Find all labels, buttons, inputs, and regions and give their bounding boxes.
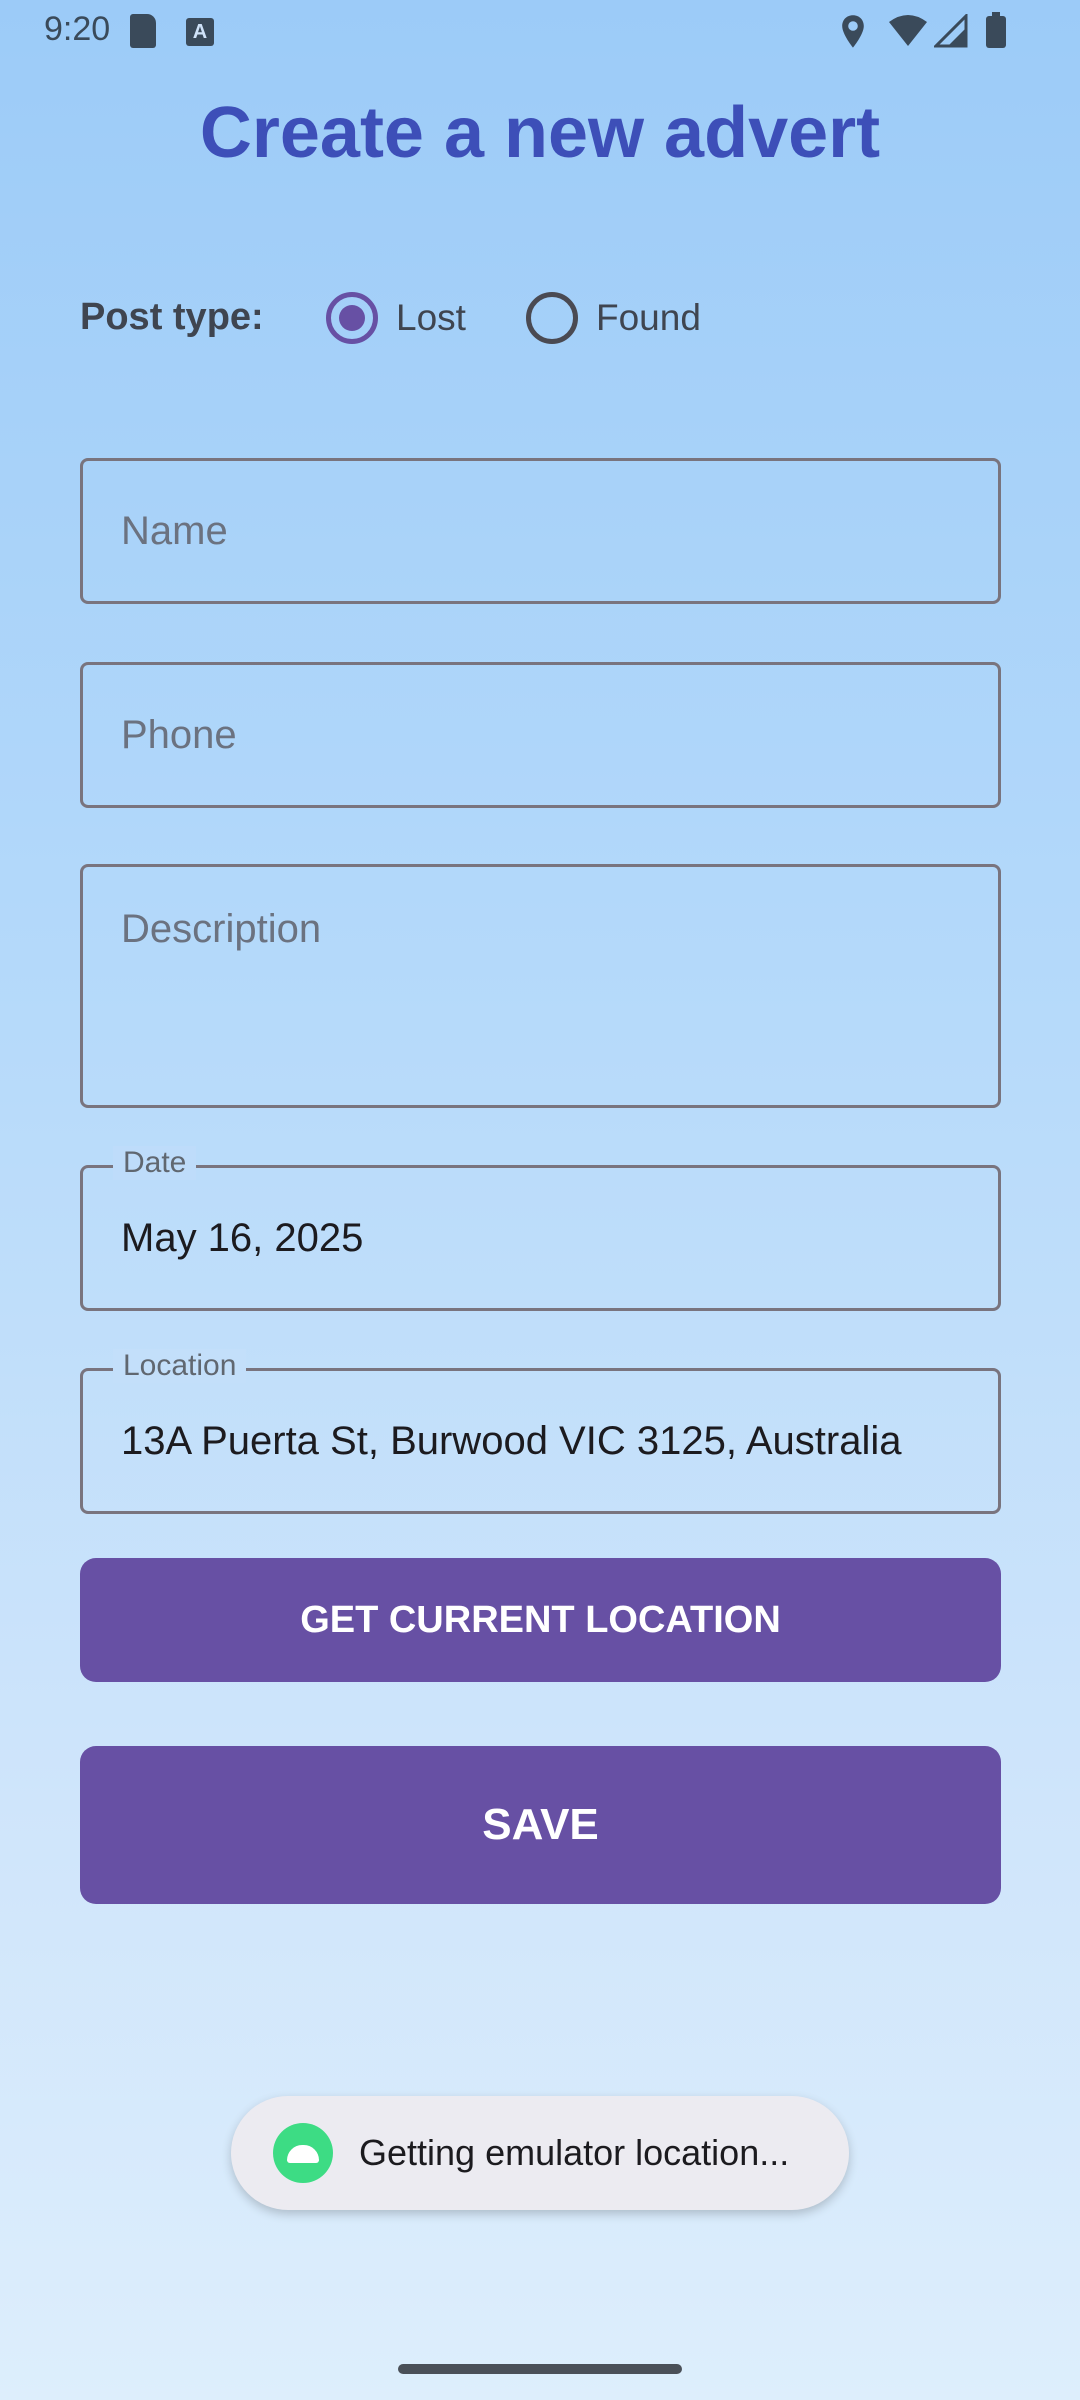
name-field[interactable]	[80, 458, 1001, 604]
radio-lost[interactable]: Lost	[326, 290, 466, 346]
wifi-icon	[889, 15, 927, 46]
date-field[interactable]: Date	[80, 1146, 1001, 1311]
sd-card-icon	[130, 14, 156, 48]
toast-message: Getting emulator location...	[359, 2132, 790, 2173]
android-icon	[273, 2123, 333, 2183]
status-time: 9:20	[44, 10, 111, 48]
radio-unchecked-icon[interactable]	[526, 292, 578, 344]
page-title: Create a new advert	[199, 93, 881, 173]
post-type-label: Post type:	[80, 296, 264, 338]
radio-found-label[interactable]: Found	[596, 297, 701, 339]
toast: Getting emulator location...	[231, 2096, 849, 2210]
get-current-location-button[interactable]: GET CURRENT LOCATION	[80, 1558, 1001, 1682]
description-field[interactable]	[80, 864, 1001, 1108]
battery-icon	[986, 12, 1006, 48]
date-input[interactable]	[121, 1168, 978, 1308]
signal-icon	[934, 14, 968, 48]
phone-field[interactable]	[80, 662, 1001, 808]
radio-lost-label[interactable]: Lost	[396, 297, 466, 339]
location-field[interactable]: Location	[80, 1349, 1001, 1514]
phone-input[interactable]	[121, 665, 978, 805]
text-a-icon: A	[186, 18, 214, 46]
description-input[interactable]	[121, 907, 978, 1085]
home-indicator[interactable]	[398, 2364, 682, 2374]
name-input[interactable]	[121, 461, 978, 601]
status-bar: 9:20 A	[0, 0, 1080, 64]
radio-checked-icon[interactable]	[326, 292, 378, 344]
save-button[interactable]: SAVE	[80, 1746, 1001, 1904]
radio-found[interactable]: Found	[526, 290, 701, 346]
location-icon	[842, 15, 864, 48]
location-input[interactable]	[121, 1371, 978, 1511]
